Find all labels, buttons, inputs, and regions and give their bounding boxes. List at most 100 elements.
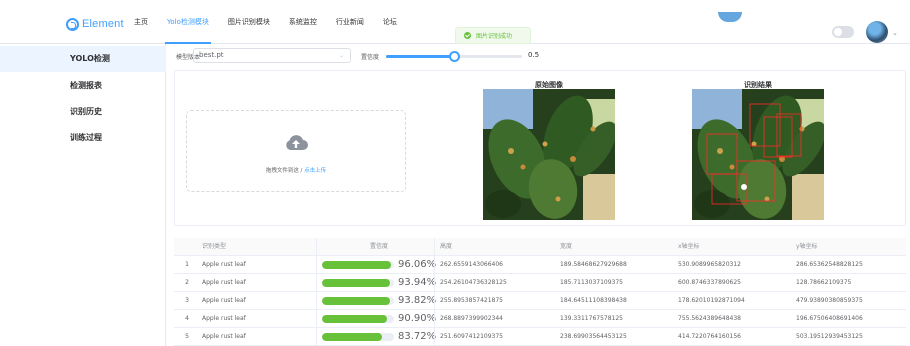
- upload-hint: 拖拽文件到这 / 点击上传: [187, 166, 405, 174]
- user-avatar[interactable]: [866, 21, 888, 43]
- col-divider: [434, 256, 435, 274]
- sidebar: YOLO检测 检测报表 识别历史 训练过程: [0, 44, 166, 346]
- confidence-bar: [322, 279, 394, 287]
- row-x: 600.8746337890625: [678, 279, 741, 286]
- confidence-slider[interactable]: [386, 51, 522, 62]
- row-confidence: 93.82%: [322, 292, 437, 310]
- table-header: 识别类型 置信度 高度 宽度 x轴坐标 y轴坐标: [174, 238, 906, 256]
- row-class: Apple rust leaf: [202, 315, 246, 322]
- table-row[interactable]: 3 Apple rust leaf 93.82% 255.89538574218…: [174, 292, 906, 310]
- top-header: Element 主页 Yolo检测模块 图片识别模块 系统监控 行业新闻 论坛 …: [0, 0, 910, 44]
- row-width: 189.58468627929688: [560, 261, 627, 268]
- click-upload-link[interactable]: 点击上传: [304, 168, 326, 174]
- nav-image-recognition[interactable]: 图片识别模块: [228, 0, 270, 44]
- nav-yolo-detect[interactable]: Yolo检测模块: [165, 0, 211, 44]
- nav-industry-news[interactable]: 行业新闻: [336, 0, 364, 44]
- result-image: [692, 89, 824, 220]
- confidence-percent: 96.06%: [398, 259, 437, 270]
- row-width: 238.69903564453125: [560, 333, 627, 340]
- confidence-bar-fill: [322, 333, 383, 341]
- row-y: 503.19512939453125: [796, 333, 863, 340]
- sidebar-item-detect-report[interactable]: 检测报表: [0, 73, 166, 99]
- row-height: 268.8897399902344: [440, 315, 503, 322]
- success-check-icon: [464, 32, 471, 39]
- col-divider: [434, 238, 435, 256]
- logo-text: Element: [82, 18, 124, 30]
- nav-forum[interactable]: 论坛: [383, 0, 397, 44]
- top-nav: 主页 Yolo检测模块 图片识别模块 系统监控 行业新闻 论坛: [134, 0, 416, 44]
- col-divider: [434, 274, 435, 292]
- col-y: y轴坐标: [796, 243, 818, 250]
- row-index: 1: [185, 261, 189, 268]
- col-divider: [316, 256, 317, 274]
- sidebar-item-yolo-detect[interactable]: YOLO检测: [0, 46, 166, 72]
- col-class: 识别类型: [202, 243, 227, 250]
- row-x: 755.5624389648438: [678, 315, 741, 322]
- element-logo-icon: [66, 17, 79, 31]
- confidence-bar-fill: [322, 279, 390, 287]
- row-confidence: 93.94%: [322, 274, 437, 292]
- row-class: Apple rust leaf: [202, 261, 246, 268]
- element-logo[interactable]: Element: [66, 16, 124, 32]
- col-divider: [316, 328, 317, 346]
- theme-toggle[interactable]: [832, 26, 854, 38]
- original-image: [483, 89, 615, 220]
- upload-dropzone[interactable]: 拖拽文件到这 / 点击上传: [186, 110, 406, 192]
- row-index: 5: [185, 333, 189, 340]
- confidence-percent: 93.82%: [398, 295, 437, 306]
- row-y: 128.78662109375: [796, 279, 852, 286]
- model-version-value: best.pt: [199, 51, 224, 59]
- original-leaf-image: [483, 89, 615, 220]
- cloud-upload-icon: [286, 135, 308, 150]
- row-index: 2: [185, 279, 189, 286]
- col-confidence: 置信度: [370, 243, 389, 250]
- table-row[interactable]: 5 Apple rust leaf 83.72% 251.60974121093…: [174, 328, 906, 346]
- row-width: 139.3311767578125: [560, 315, 623, 322]
- confidence-bar: [322, 261, 394, 269]
- col-height: 高度: [440, 243, 453, 250]
- row-width: 185.7113037109375: [560, 279, 623, 286]
- nav-home[interactable]: 主页: [134, 0, 148, 44]
- decorative-arc: [718, 12, 742, 22]
- sidebar-item-recognition-history[interactable]: 识别历史: [0, 99, 166, 125]
- confidence-bar-fill: [322, 297, 390, 305]
- row-height: 254.26104736328125: [440, 279, 507, 286]
- confidence-bar: [322, 297, 394, 305]
- confidence-bar: [322, 315, 394, 323]
- row-index: 4: [185, 315, 189, 322]
- confidence-slider-handle[interactable]: [448, 51, 460, 62]
- model-version-select[interactable]: best.pt ⌄: [193, 48, 351, 63]
- confidence-label: 置信度: [361, 54, 380, 61]
- row-y: 479.93890380859375: [796, 297, 863, 304]
- row-height: 255.8953857421875: [440, 297, 503, 304]
- table-row[interactable]: 4 Apple rust leaf 90.90% 268.88973999023…: [174, 310, 906, 328]
- row-x: 178.62010192871094: [678, 297, 745, 304]
- row-x: 530.9089965820312: [678, 261, 741, 268]
- chevron-down-icon: ⌄: [338, 52, 344, 59]
- table-row[interactable]: 2 Apple rust leaf 93.94% 254.26104736328…: [174, 274, 906, 292]
- row-index: 3: [185, 297, 189, 304]
- col-divider: [434, 328, 435, 346]
- col-divider: [316, 274, 317, 292]
- chevron-down-icon[interactable]: ⌄: [892, 29, 898, 37]
- confidence-percent: 83.72%: [398, 331, 437, 342]
- nav-system-monitor[interactable]: 系统监控: [289, 0, 317, 44]
- sidebar-item-training-process[interactable]: 训练过程: [0, 125, 166, 151]
- row-y: 196.67506408691406: [796, 315, 863, 322]
- row-class: Apple rust leaf: [202, 279, 246, 286]
- toast-message: 图片识别成功: [476, 33, 513, 40]
- result-leaf-image: [692, 89, 824, 220]
- confidence-percent: 90.90%: [398, 313, 437, 324]
- row-height: 262.6559143066406: [440, 261, 503, 268]
- col-divider: [316, 292, 317, 310]
- col-width: 宽度: [560, 243, 573, 250]
- row-confidence: 96.06%: [322, 256, 437, 274]
- row-confidence: 83.72%: [322, 328, 437, 346]
- confidence-percent: 93.94%: [398, 277, 437, 288]
- col-divider: [316, 238, 317, 256]
- table-row[interactable]: 1 Apple rust leaf 96.06% 262.65591430664…: [174, 256, 906, 274]
- success-toast: 图片识别成功: [455, 27, 531, 44]
- col-divider: [316, 310, 317, 328]
- confidence-value: 0.5: [528, 51, 540, 59]
- col-divider: [434, 292, 435, 310]
